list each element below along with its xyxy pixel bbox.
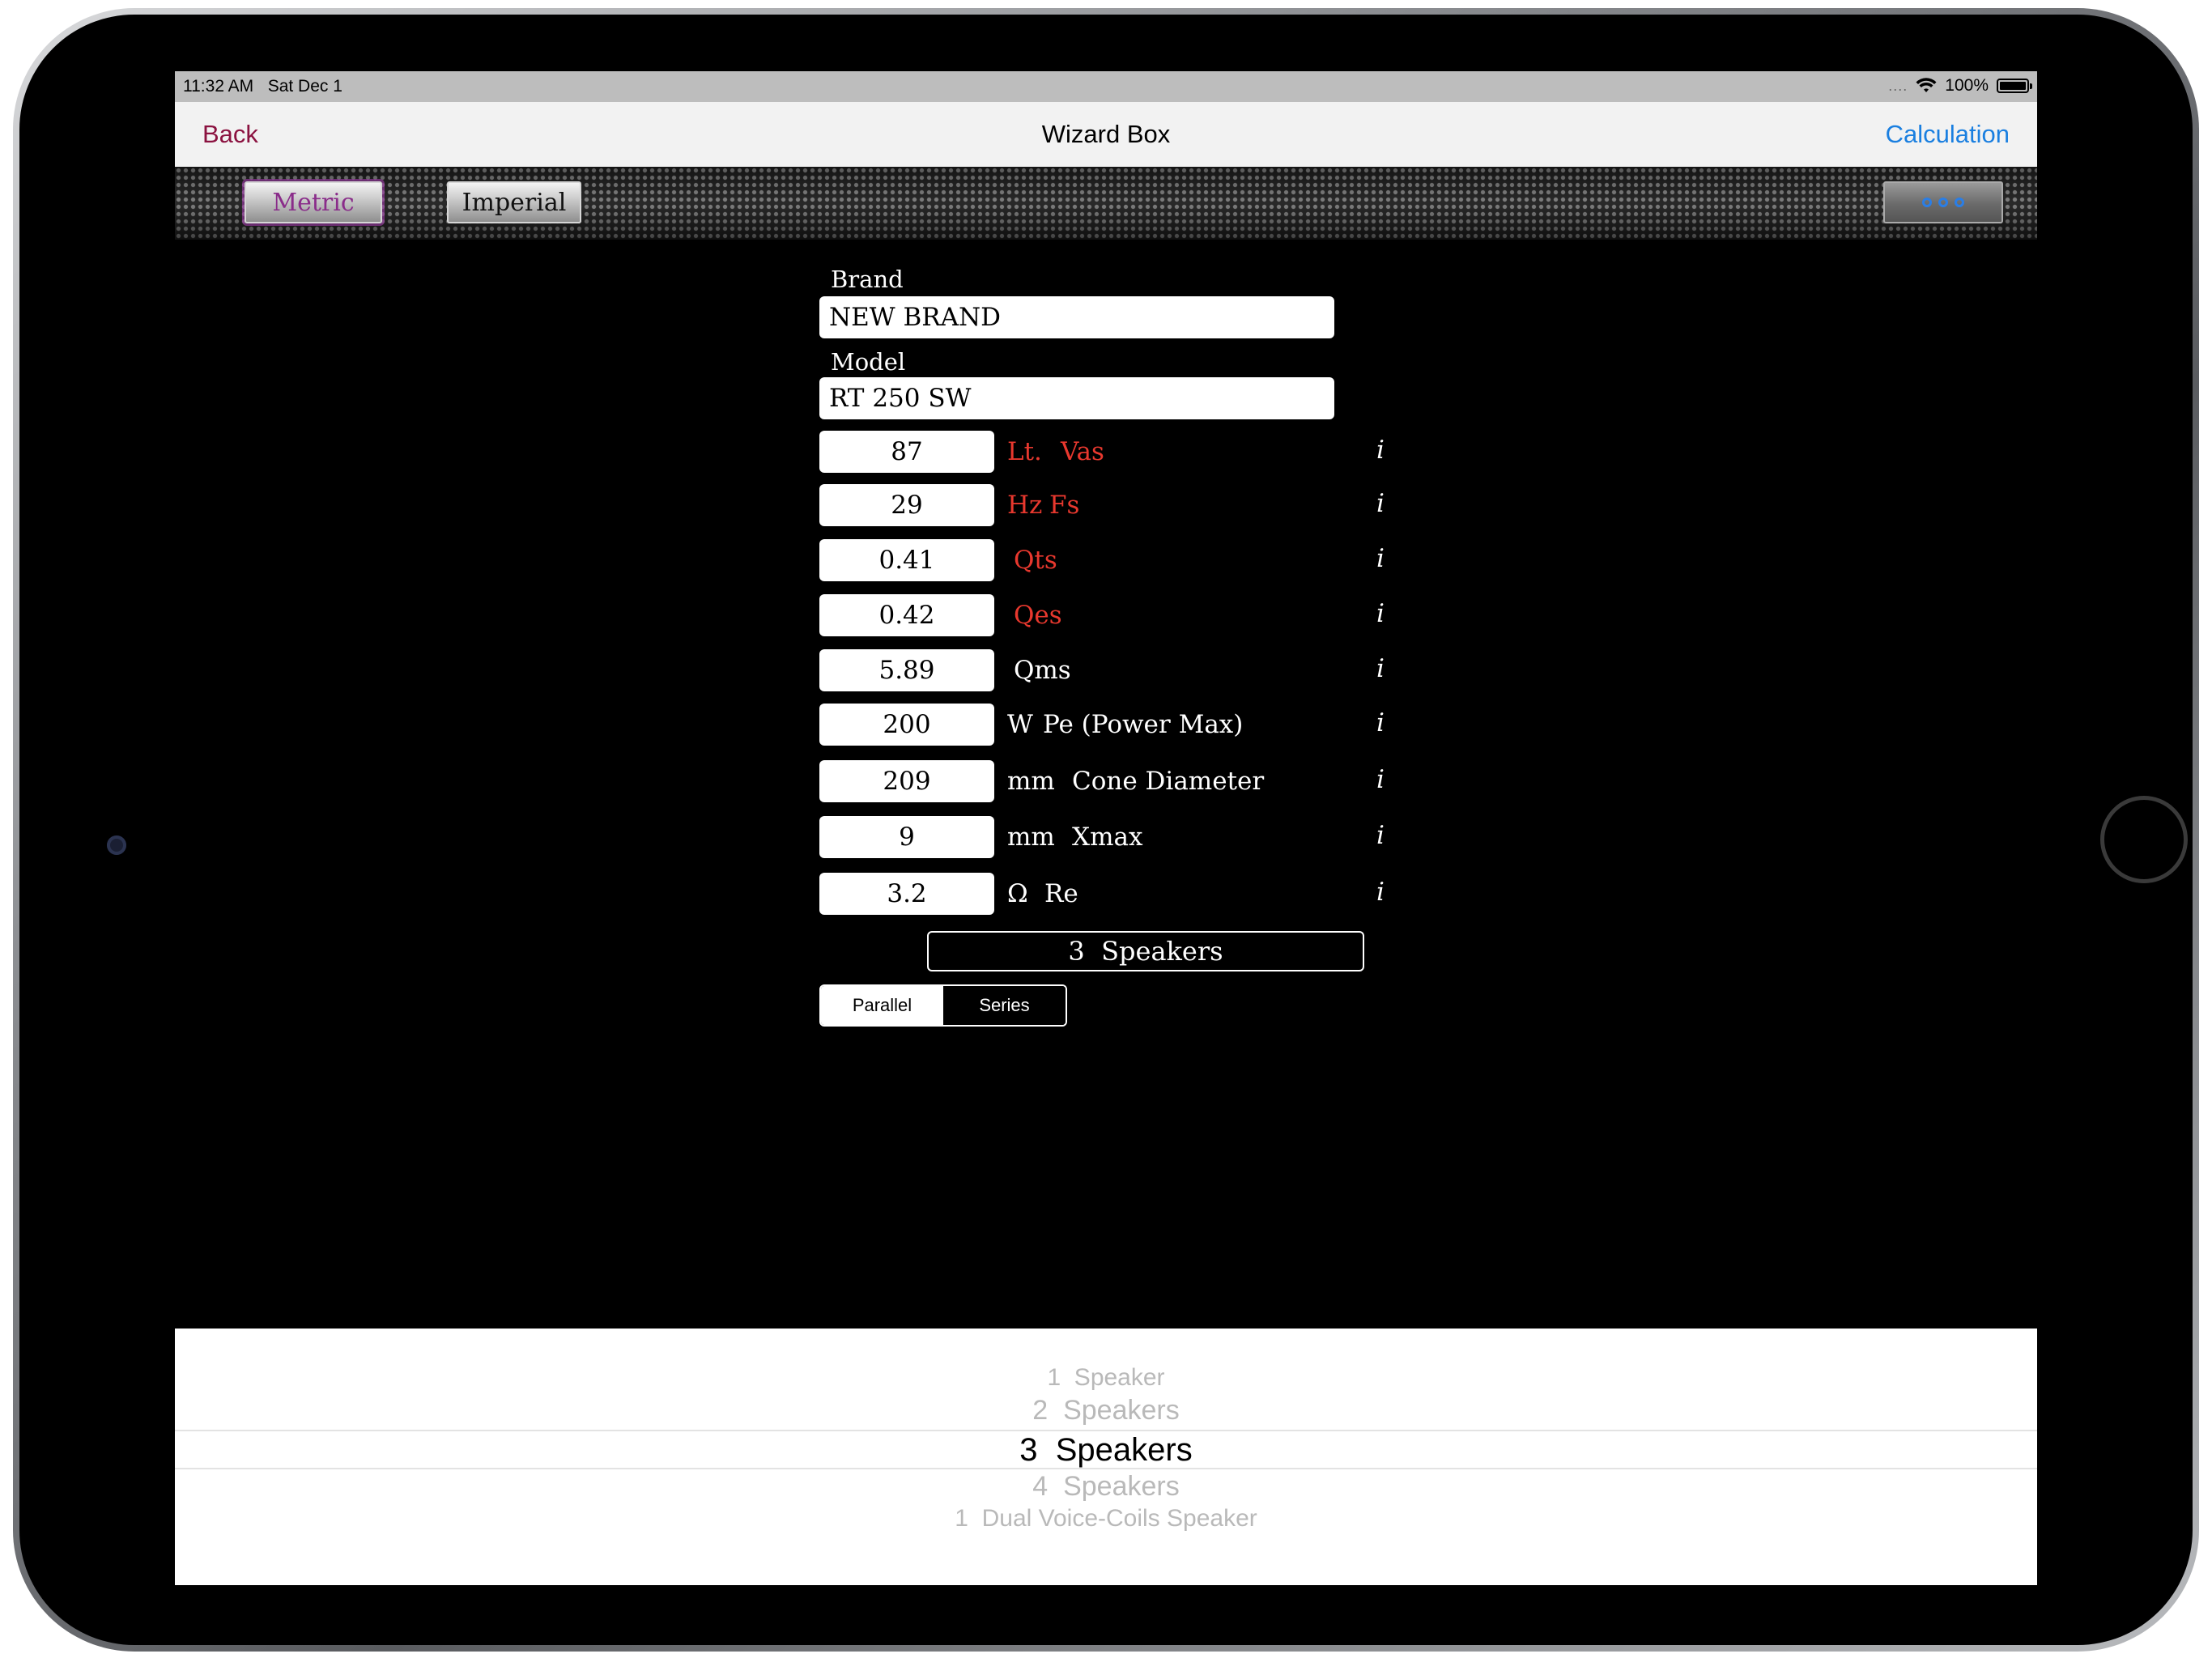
picker-item-2-speakers[interactable]: 2 Speakers — [175, 1395, 2037, 1426]
param-row-qms: Qms i — [819, 649, 1386, 691]
param-row-pe: W Pe (Power Max) i — [819, 704, 1386, 746]
speakers-count-button[interactable]: 3 Speakers — [927, 931, 1364, 971]
pe-label: Pe (Power Max) — [1043, 710, 1244, 739]
brand-label: Brand — [831, 266, 904, 293]
vas-label: Vas — [1061, 437, 1104, 466]
param-row-xmax: mm Xmax i — [819, 816, 1386, 858]
status-right: .... 100% — [1888, 76, 2032, 96]
qts-input[interactable] — [819, 539, 994, 581]
fs-label: Fs — [1049, 491, 1080, 520]
cone-diameter-input[interactable] — [819, 760, 994, 802]
qts-label: Qts — [1014, 546, 1057, 575]
status-time: 11:32 AM Sat Dec 1 — [183, 77, 342, 96]
battery-fill — [2000, 82, 2026, 90]
picker-item-3-speakers[interactable]: 3 Speakers — [175, 1432, 2037, 1469]
fs-unit: Hz — [1007, 491, 1043, 520]
pe-unit: W — [1007, 710, 1033, 739]
param-row-fs: Hz Fs i — [819, 484, 1386, 526]
battery-percent: 100% — [1945, 76, 1989, 95]
param-row-qes: Qes i — [819, 594, 1386, 636]
grille-toolbar: Metric Imperial — [175, 167, 2037, 240]
parallel-segment[interactable]: Parallel — [821, 986, 943, 1025]
speakers-picker[interactable]: 1 Speaker 2 Speakers 3 Speakers 4 Speake… — [175, 1329, 2037, 1585]
re-label: Re — [1044, 879, 1078, 908]
info-icon[interactable]: i — [1368, 765, 1393, 794]
dot-icon — [1955, 198, 1964, 207]
series-segment[interactable]: Series — [943, 986, 1066, 1025]
metric-button[interactable]: Metric — [245, 181, 382, 223]
info-icon[interactable]: i — [1368, 599, 1393, 628]
pe-input[interactable] — [819, 704, 994, 746]
camera-icon — [107, 835, 126, 855]
dot-icon — [1922, 198, 1932, 207]
dot-icon — [1938, 198, 1948, 207]
brand-field[interactable] — [819, 296, 1334, 338]
info-icon[interactable]: i — [1368, 489, 1393, 518]
model-field[interactable] — [819, 377, 1334, 419]
model-label: Model — [831, 348, 906, 376]
qms-input[interactable] — [819, 649, 994, 691]
param-row-vas: Lt. Vas i — [819, 431, 1386, 473]
picker-item-1-speaker[interactable]: 1 Speaker — [175, 1364, 2037, 1392]
info-icon[interactable]: i — [1368, 821, 1393, 850]
wiring-segmented-control: Parallel Series — [819, 984, 1067, 1027]
more-options-button[interactable] — [1883, 181, 2003, 223]
picker-item-4-speakers[interactable]: 4 Speakers — [175, 1471, 2037, 1503]
fs-input[interactable] — [819, 484, 994, 526]
re-unit: Ω — [1007, 879, 1028, 908]
picker-selection-top — [175, 1430, 2037, 1431]
info-icon[interactable]: i — [1368, 654, 1393, 683]
navigation-bar: Back Wizard Box Calculation — [175, 102, 2037, 168]
qes-label: Qes — [1014, 601, 1062, 630]
param-row-cone-diameter: mm Cone Diameter i — [819, 760, 1386, 802]
page-title: Wizard Box — [1041, 120, 1171, 148]
xmax-input[interactable] — [819, 816, 994, 858]
vas-unit: Lt. — [1007, 437, 1042, 466]
home-button[interactable] — [2100, 796, 2188, 883]
info-icon[interactable]: i — [1368, 708, 1393, 738]
xmax-unit: mm — [1007, 823, 1055, 852]
info-icon[interactable]: i — [1368, 878, 1393, 907]
cone-diameter-label: Cone Diameter — [1072, 767, 1265, 796]
re-input[interactable] — [819, 873, 994, 915]
qms-label: Qms — [1014, 656, 1071, 685]
picker-item-dual-voice-coils[interactable]: 1 Dual Voice-Coils Speaker — [175, 1505, 2037, 1533]
cone-diameter-unit: mm — [1007, 767, 1055, 796]
battery-icon — [1997, 79, 2032, 93]
param-row-re: Ω Re i — [819, 873, 1386, 915]
screen: 11:32 AM Sat Dec 1 .... 100% Back Wizard… — [175, 71, 2037, 1585]
signal-dots: .... — [1888, 77, 1908, 94]
imperial-button[interactable]: Imperial — [447, 181, 581, 223]
qes-input[interactable] — [819, 594, 994, 636]
info-icon[interactable]: i — [1368, 544, 1393, 573]
wifi-icon — [1916, 78, 1937, 92]
vas-input[interactable] — [819, 431, 994, 473]
param-row-qts: Qts i — [819, 539, 1386, 581]
info-icon[interactable]: i — [1368, 436, 1393, 465]
status-bar: 11:32 AM Sat Dec 1 .... 100% — [175, 71, 2037, 102]
xmax-label: Xmax — [1072, 823, 1143, 852]
calculation-button[interactable]: Calculation — [1886, 120, 2010, 149]
